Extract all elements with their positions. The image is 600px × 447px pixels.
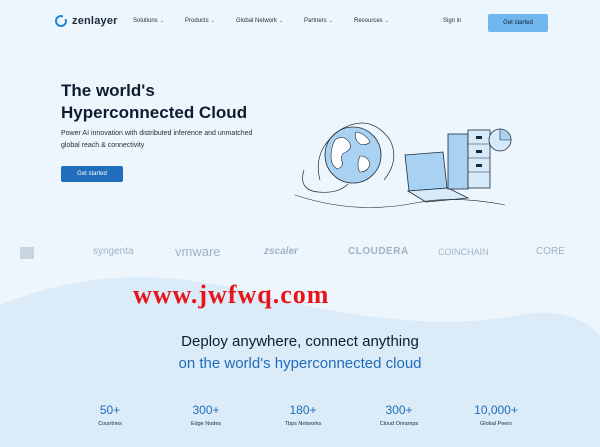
watermark-text: www.jwfwq.com <box>133 280 330 309</box>
chevron-down-icon: ⌄ <box>279 18 284 24</box>
stat-edge-nodes: 300+ Edge Nodes <box>166 403 246 427</box>
stat-value: 10,000+ <box>474 403 518 417</box>
stat-label: Edge Nodes <box>190 421 222 427</box>
zenlayer-logo-icon <box>55 14 68 27</box>
brand-coinchain: COINCHAIN <box>438 247 489 257</box>
stat-label: Countries <box>98 421 122 427</box>
chevron-down-icon: ⌄ <box>384 18 389 24</box>
menu-resources[interactable]: Resources ⌄ <box>354 18 389 24</box>
hero-title-line2: Hyperconnected Cloud <box>61 103 248 122</box>
stat-global-peers: 10,000+ Global Peers <box>456 403 536 427</box>
hero-illustration <box>294 122 512 208</box>
deploy-subheading: on the world's hyperconnected cloud <box>178 355 422 372</box>
brand-vmware: vmware <box>175 244 221 259</box>
brand-core: CORE <box>536 246 565 257</box>
pie-chart-icon <box>488 128 512 152</box>
chevron-down-icon: ⌄ <box>210 18 215 24</box>
menu-solutions[interactable]: Solutions ⌄ <box>133 18 164 24</box>
stat-cloud-onramps: 300+ Cloud Onramps <box>359 403 439 427</box>
hero-subtitle: Power AI innovation with distributed inf… <box>61 128 311 152</box>
stat-label: Cloud Onramps <box>379 421 419 427</box>
menu-label: Products <box>185 18 209 24</box>
stat-value: 300+ <box>192 403 220 417</box>
menu-label: Partners <box>304 18 327 24</box>
zenlayer-logo[interactable]: zenlayer <box>55 14 118 27</box>
stat-label: Tbps Networks <box>284 421 322 427</box>
brand-cloudera: CLOUDERA <box>348 246 409 257</box>
hero-title: The world's Hyperconnected Cloud <box>61 80 247 124</box>
get-started-button-hero[interactable]: Get started <box>61 166 123 182</box>
menu-global-network[interactable]: Global Network ⌄ <box>236 18 283 24</box>
customer-logos: syngenta vmware zscaler CLOUDERA COINCHA… <box>0 238 600 268</box>
deploy-heading: Deploy anywhere, connect anything <box>181 333 419 350</box>
menu-products[interactable]: Products ⌄ <box>185 18 215 24</box>
menu-label: Resources <box>354 18 383 24</box>
stat-value: 180+ <box>289 403 317 417</box>
hero-subtitle-line1: Power AI innovation with distributed inf… <box>61 130 253 137</box>
brand-zscaler: zscaler <box>264 246 298 257</box>
hero-title-line1: The world's <box>61 81 155 100</box>
logo-text: zenlayer <box>72 15 118 27</box>
server-cabinet-icon <box>447 129 491 190</box>
chevron-down-icon: ⌄ <box>159 18 164 24</box>
menu-label: Global Network <box>236 18 278 24</box>
stat-value: 50+ <box>99 403 121 417</box>
brand-syngenta: syngenta <box>93 246 134 257</box>
hero-subtitle-line2: global reach & connectivity <box>61 142 145 149</box>
menu-partners[interactable]: Partners ⌄ <box>304 18 333 24</box>
globe-icon <box>302 122 395 193</box>
sign-in-link[interactable]: Sign in <box>443 18 461 24</box>
page: zenlayer Solutions ⌄ Products ⌄ Global Net… <box>0 0 600 447</box>
stat-value: 300+ <box>385 403 413 417</box>
menu-label: Solutions <box>133 18 158 24</box>
stat-label: Global Peers <box>480 421 512 427</box>
brand-logo-1 <box>20 247 34 259</box>
stat-tbps: 180+ Tbps Networks <box>263 403 343 427</box>
top-nav: zenlayer Solutions ⌄ Products ⌄ Global Net… <box>0 0 600 46</box>
chevron-down-icon: ⌄ <box>328 18 333 24</box>
stat-countries: 50+ Countries <box>70 403 150 427</box>
get-started-button-nav[interactable]: Get started <box>488 14 548 32</box>
